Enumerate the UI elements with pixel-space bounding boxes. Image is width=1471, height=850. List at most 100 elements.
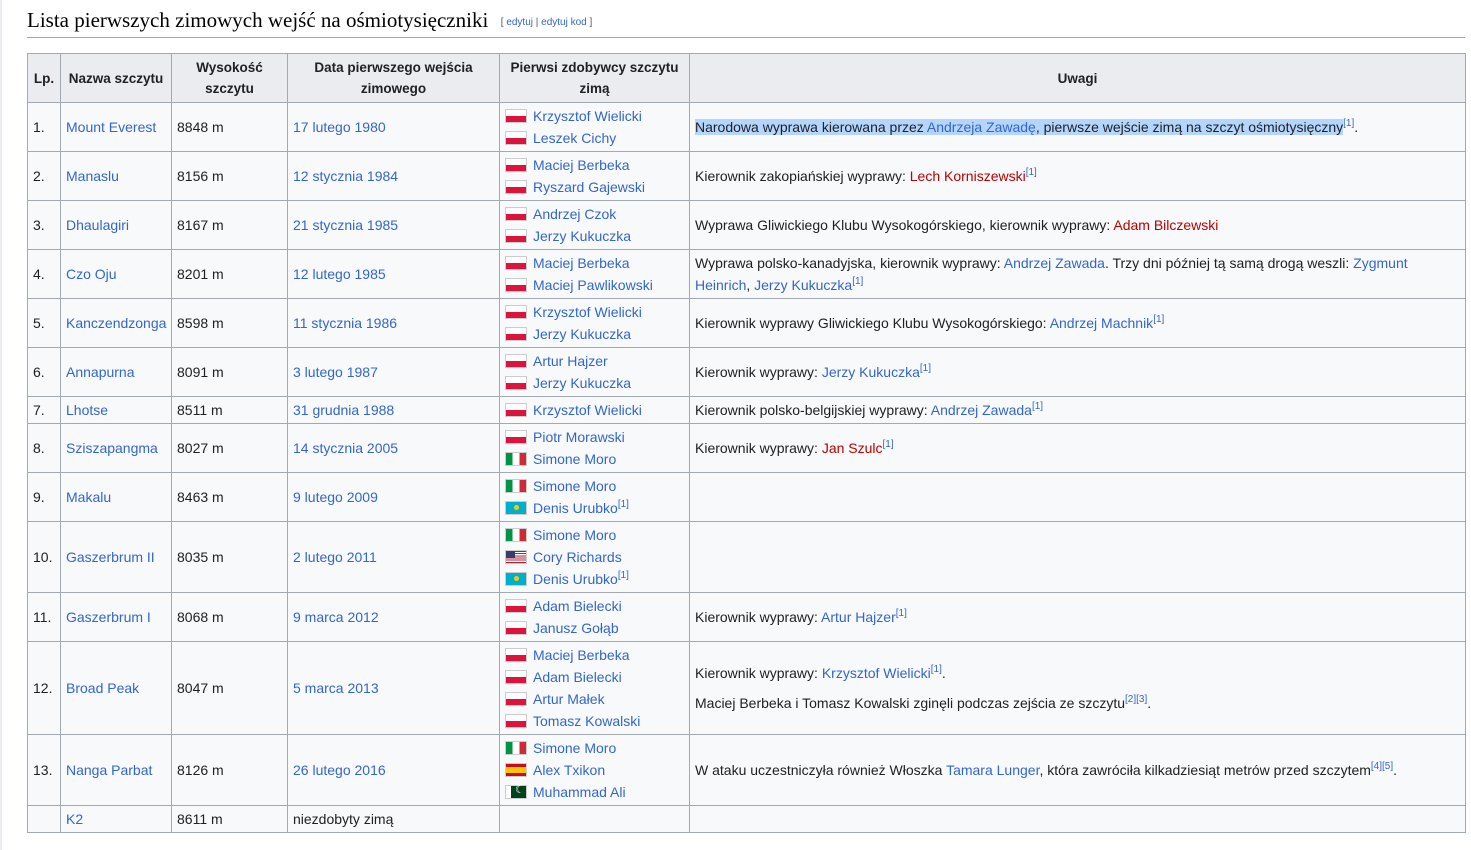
note-redlink[interactable]: Jan Szulc — [822, 440, 883, 456]
header-date[interactable]: Data pierwszego wejścia zimowego — [287, 53, 500, 103]
note-link[interactable]: Andrzeja Zawadę — [927, 119, 1036, 135]
climber-link[interactable]: Simone Moro — [533, 451, 616, 467]
cell-name: Czo Oju — [60, 249, 172, 299]
climber-link[interactable]: Maciej Berbeka — [533, 647, 630, 663]
peak-link[interactable]: Broad Peak — [66, 680, 139, 696]
climber-link[interactable]: Adam Bielecki — [533, 598, 622, 614]
reference-link[interactable]: [4] — [1371, 761, 1382, 772]
date-link[interactable]: 26 lutego 2016 — [293, 762, 386, 778]
climber-link[interactable]: Artur Hajzer — [533, 353, 608, 369]
climber-link[interactable]: Cory Richards — [533, 549, 622, 565]
peak-link[interactable]: Czo Oju — [66, 266, 117, 282]
date-link[interactable]: 3 lutego 1987 — [293, 364, 378, 380]
climber-link[interactable]: Muhammad Ali — [533, 784, 626, 800]
cell-lp — [27, 805, 61, 833]
date-link[interactable]: 9 lutego 2009 — [293, 489, 378, 505]
peak-link[interactable]: Sziszapangma — [66, 440, 158, 456]
cell-date: 14 stycznia 2005 — [287, 423, 500, 473]
reference-link[interactable]: [2] — [1125, 694, 1136, 705]
cell-height: 8047 m — [171, 641, 288, 735]
peak-link[interactable]: Gaszerbrum I — [66, 609, 151, 625]
climber-link[interactable]: Janusz Gołąb — [533, 620, 619, 636]
date-link[interactable]: 31 grudnia 1988 — [293, 402, 394, 418]
reference-link[interactable]: [5] — [1382, 761, 1393, 772]
date-link[interactable]: 21 stycznia 1985 — [293, 217, 398, 233]
edit-code-link[interactable]: edytuj kod — [541, 17, 587, 28]
note-redlink[interactable]: Adam Bilczewski — [1113, 217, 1218, 233]
climber-link[interactable]: Maciej Berbeka — [533, 255, 630, 271]
date-link[interactable]: 9 marca 2012 — [293, 609, 379, 625]
peak-link[interactable]: Manaslu — [66, 168, 119, 184]
climber-link[interactable]: Simone Moro — [533, 740, 616, 756]
edit-link[interactable]: edytuj — [506, 17, 533, 28]
peak-link[interactable]: Makalu — [66, 489, 111, 505]
date-link[interactable]: 14 stycznia 2005 — [293, 440, 398, 456]
cell-height: 8027 m — [171, 423, 288, 473]
reference-link[interactable]: [1] — [618, 499, 629, 510]
reference-link[interactable]: [1] — [1343, 118, 1354, 129]
peak-link[interactable]: Gaszerbrum II — [66, 549, 155, 565]
climber-link[interactable]: Leszek Cichy — [533, 130, 616, 146]
climber-link[interactable]: Krzysztof Wielicki — [533, 402, 642, 418]
note-link[interactable]: Krzysztof Wielicki — [822, 665, 931, 681]
date-link[interactable]: 17 lutego 1980 — [293, 119, 386, 135]
reference-link[interactable]: [1] — [1032, 401, 1043, 412]
note-link[interactable]: Artur Hajzer — [821, 609, 896, 625]
header-height[interactable]: Wysokość szczytu — [171, 53, 288, 103]
cell-notes: Narodowa wyprawa kierowana przez Andrzej… — [689, 102, 1466, 152]
peak-link[interactable]: Lhotse — [66, 402, 108, 418]
note-link[interactable]: Jerzy Kukuczka — [754, 277, 852, 293]
pakistan-flag-icon — [505, 783, 527, 799]
note-link[interactable]: Tamara Lunger — [946, 762, 1039, 778]
climber-link[interactable]: Ryszard Gajewski — [533, 179, 645, 195]
climber-link[interactable]: Jerzy Kukuczka — [533, 326, 631, 342]
note-link[interactable]: Jerzy Kukuczka — [822, 364, 920, 380]
climber-link[interactable]: Denis Urubko — [533, 571, 618, 587]
note-redlink[interactable]: Lech Korniszewski — [910, 168, 1026, 184]
reference-link[interactable]: [1] — [618, 570, 629, 581]
date-link[interactable]: 12 stycznia 1984 — [293, 168, 398, 184]
reference-link[interactable]: [1] — [1153, 314, 1164, 325]
peak-link[interactable]: Kanczendzonga — [66, 315, 166, 331]
table-row: 2. Manaslu 8156 m 12 stycznia 1984 Macie… — [27, 151, 1466, 201]
header-notes[interactable]: Uwagi — [689, 53, 1466, 103]
climber-link[interactable]: Jerzy Kukuczka — [533, 375, 631, 391]
date-link[interactable]: 2 lutego 2011 — [293, 549, 377, 565]
climber-link[interactable]: Tomasz Kowalski — [533, 713, 640, 729]
date-link[interactable]: 5 marca 2013 — [293, 680, 379, 696]
reference-link[interactable]: [1] — [896, 608, 907, 619]
climber-link[interactable]: Krzysztof Wielicki — [533, 304, 642, 320]
peak-link[interactable]: Dhaulagiri — [66, 217, 129, 233]
header-climbers[interactable]: Pierwsi zdobywcy szczytu zimą — [499, 53, 690, 103]
peak-link[interactable]: Mount Everest — [66, 119, 156, 135]
cell-lp: 10. — [27, 521, 61, 593]
header-name[interactable]: Nazwa szczytu — [60, 53, 172, 103]
note-link[interactable]: Andrzej Zawada — [1004, 255, 1105, 271]
reference-link[interactable]: [1] — [883, 439, 894, 450]
climber-link[interactable]: Simone Moro — [533, 527, 616, 543]
reference-link[interactable]: [1] — [852, 276, 863, 287]
climber-link[interactable]: Maciej Pawlikowski — [533, 277, 653, 293]
reference-link[interactable]: [1] — [1026, 167, 1037, 178]
peak-link[interactable]: Nanga Parbat — [66, 762, 152, 778]
date-link[interactable]: 11 stycznia 1986 — [293, 315, 397, 331]
note-link[interactable]: Andrzej Zawada — [931, 402, 1032, 418]
climber-link[interactable]: Simone Moro — [533, 478, 616, 494]
date-link[interactable]: 12 lutego 1985 — [293, 266, 386, 282]
reference-link[interactable]: [3] — [1136, 694, 1147, 705]
climber-link[interactable]: Jerzy Kukuczka — [533, 228, 631, 244]
climber-link[interactable]: Denis Urubko — [533, 500, 618, 516]
climber-link[interactable]: Adam Bielecki — [533, 669, 622, 685]
peak-link[interactable]: Annapurna — [66, 364, 135, 380]
climber-link[interactable]: Alex Txikon — [533, 762, 605, 778]
peak-link[interactable]: K2 — [66, 811, 83, 827]
reference-link[interactable]: [1] — [931, 664, 942, 675]
climber-link[interactable]: Andrzej Czok — [533, 206, 616, 222]
climber-link[interactable]: Artur Małek — [533, 691, 605, 707]
reference-link[interactable]: [1] — [920, 363, 931, 374]
climber-link[interactable]: Piotr Morawski — [533, 429, 625, 445]
climber-link[interactable]: Krzysztof Wielicki — [533, 108, 642, 124]
climber-link[interactable]: Maciej Berbeka — [533, 157, 630, 173]
header-lp[interactable]: Lp. — [27, 53, 61, 103]
note-link[interactable]: Andrzej Machnik — [1050, 315, 1154, 331]
